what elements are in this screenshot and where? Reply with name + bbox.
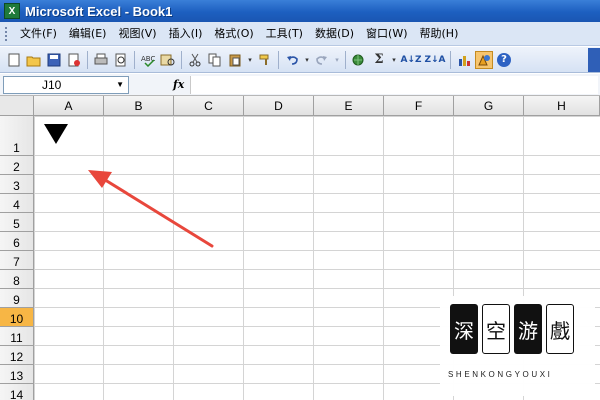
row-header-7[interactable]: 7 — [0, 251, 34, 270]
column-header-b[interactable]: B — [104, 96, 174, 116]
menu-data[interactable]: 数据(D) — [309, 23, 360, 45]
row-header-3[interactable]: 3 — [0, 175, 34, 194]
triangle-marker-icon — [44, 124, 68, 144]
row-header-1[interactable]: 1 — [0, 116, 34, 156]
save-icon[interactable] — [45, 51, 63, 69]
row-header-14[interactable]: 14 — [0, 384, 34, 400]
select-all-corner[interactable] — [0, 96, 34, 116]
permission-icon[interactable] — [65, 51, 83, 69]
svg-text:ABC: ABC — [141, 55, 155, 63]
row-header-13[interactable]: 13 — [0, 365, 34, 384]
name-box-dropdown-icon[interactable]: ▼ — [116, 80, 124, 89]
row-header-10[interactable]: 10 — [0, 308, 34, 327]
watermark-char: 深 — [450, 304, 478, 354]
drawing-icon[interactable] — [475, 50, 493, 69]
column-header-e[interactable]: E — [314, 96, 384, 116]
print-icon[interactable] — [92, 51, 110, 69]
watermark-char: 游 — [514, 304, 542, 354]
autosum-dropdown-icon[interactable]: ▾ — [390, 51, 398, 69]
new-icon[interactable] — [5, 51, 23, 69]
watermark-subtitle: SHENKONGYOUXI — [448, 370, 553, 379]
name-box-value: J10 — [42, 77, 62, 92]
watermark-logo: 深 空 游 戲 SHENKONGYOUXI — [440, 296, 595, 396]
watermark-characters: 深 空 游 戲 — [450, 304, 574, 354]
redo-dropdown-icon[interactable]: ▾ — [333, 51, 341, 69]
column-gridline — [173, 116, 174, 400]
window-title: Microsoft Excel - Book1 — [25, 3, 173, 19]
formula-bar: J10 ▼ fx — [0, 74, 600, 96]
row-gridline — [34, 212, 600, 213]
menu-tools[interactable]: 工具(T) — [260, 23, 309, 45]
column-header-g[interactable]: G — [454, 96, 524, 116]
sort-descending-icon[interactable]: Z↓A — [424, 51, 446, 69]
cut-icon[interactable] — [186, 51, 204, 69]
format-painter-icon[interactable] — [256, 51, 274, 69]
column-gridline — [103, 116, 104, 400]
column-header-d[interactable]: D — [244, 96, 314, 116]
help-button[interactable]: ? — [495, 51, 513, 69]
help-icon: ? — [497, 52, 511, 67]
title-bar: X Microsoft Excel - Book1 — [0, 0, 600, 22]
column-header-a[interactable]: A — [34, 96, 104, 116]
column-gridline — [313, 116, 314, 400]
menu-insert[interactable]: 插入(I) — [163, 23, 209, 45]
row-gridline — [34, 231, 600, 232]
column-header-f[interactable]: F — [384, 96, 454, 116]
print-preview-icon[interactable] — [112, 51, 130, 69]
row-gridline — [34, 269, 600, 270]
column-gridline — [243, 116, 244, 400]
undo-dropdown-icon[interactable]: ▾ — [303, 51, 311, 69]
excel-app-icon: X — [4, 3, 20, 19]
toolbar-separator — [181, 50, 182, 69]
row-gridline — [34, 174, 600, 175]
menu-edit[interactable]: 编辑(E) — [63, 23, 113, 45]
menu-bar: 文件(F) 编辑(E) 视图(V) 插入(I) 格式(O) 工具(T) 数据(D… — [0, 22, 600, 46]
autosum-icon[interactable]: Σ — [370, 51, 388, 69]
paste-icon[interactable] — [226, 51, 244, 69]
row-header-12[interactable]: 12 — [0, 346, 34, 365]
toolbar-separator — [450, 50, 451, 69]
research-icon[interactable] — [159, 51, 177, 69]
row-header-8[interactable]: 8 — [0, 270, 34, 289]
copy-icon[interactable] — [206, 51, 224, 69]
row-header-4[interactable]: 4 — [0, 194, 34, 213]
open-icon[interactable] — [25, 51, 43, 69]
formula-input[interactable] — [190, 75, 598, 94]
row-gridline — [34, 250, 600, 251]
row-gridline — [34, 288, 600, 289]
name-box[interactable]: J10 ▼ — [3, 75, 129, 94]
standard-toolbar: ABC ▾ ▾ ▾ Σ ▾ A↓Z Z↓A ? — [0, 47, 600, 73]
undo-icon[interactable] — [283, 51, 301, 69]
column-header-h[interactable]: H — [524, 96, 600, 116]
row-header-2[interactable]: 2 — [0, 156, 34, 175]
watermark-char: 空 — [482, 304, 510, 354]
insert-function-icon[interactable]: fx — [173, 78, 184, 91]
menu-window[interactable]: 窗口(W) — [360, 23, 413, 45]
row-gridline — [34, 155, 600, 156]
menu-format[interactable]: 格式(O) — [208, 23, 259, 45]
toolbar-separator — [278, 50, 279, 69]
menu-view[interactable]: 视图(V) — [112, 23, 162, 45]
row-header-6[interactable]: 6 — [0, 232, 34, 251]
menu-help[interactable]: 帮助(H) — [414, 23, 465, 45]
row-header-9[interactable]: 9 — [0, 289, 34, 308]
toolbar-separator — [87, 50, 88, 69]
redo-icon[interactable] — [313, 51, 331, 69]
spelling-icon[interactable]: ABC — [139, 51, 157, 69]
paste-dropdown-icon[interactable]: ▾ — [246, 51, 254, 69]
toolbar-separator — [134, 50, 135, 69]
menu-gripper-icon[interactable] — [4, 25, 8, 42]
watermark-char: 戲 — [546, 304, 574, 354]
row-gridline — [34, 193, 600, 194]
menu-file[interactable]: 文件(F) — [14, 23, 63, 45]
column-header-c[interactable]: C — [174, 96, 244, 116]
toolbar-separator — [345, 50, 346, 69]
column-gridline — [383, 116, 384, 400]
hyperlink-icon[interactable] — [350, 51, 368, 69]
chart-wizard-icon[interactable] — [455, 51, 473, 69]
toolbar-options-icon[interactable] — [588, 47, 600, 72]
sort-ascending-icon[interactable]: A↓Z — [400, 51, 422, 69]
row-header-5[interactable]: 5 — [0, 213, 34, 232]
row-header-11[interactable]: 11 — [0, 327, 34, 346]
